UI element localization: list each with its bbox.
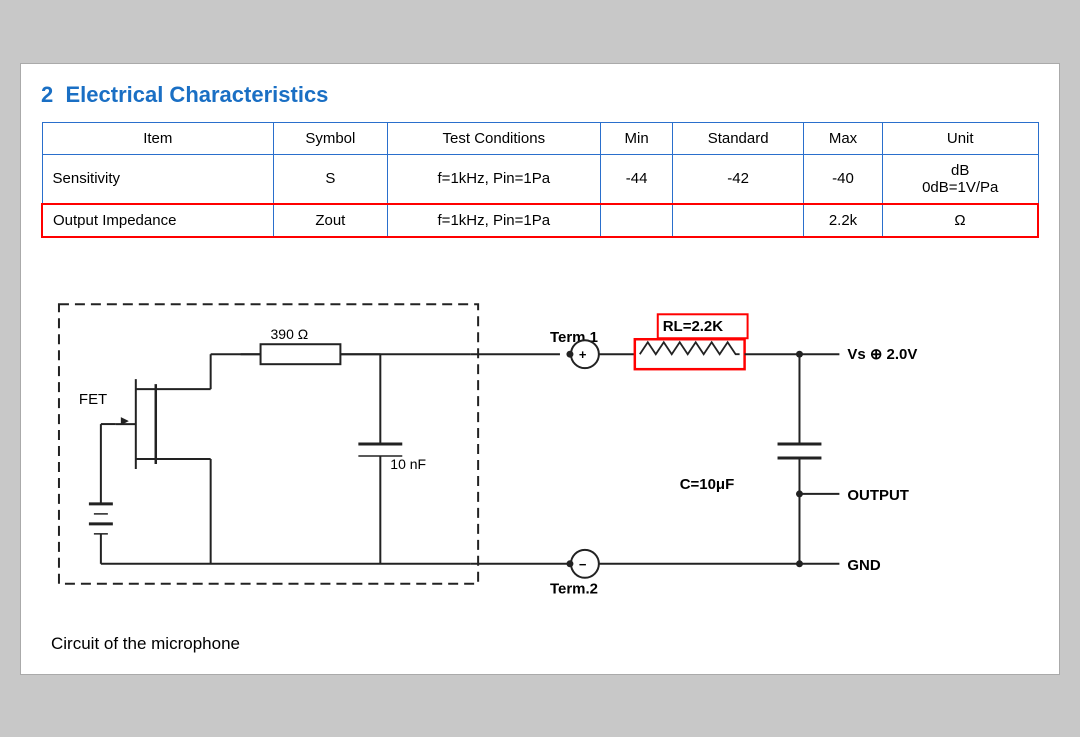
table-cell: f=1kHz, Pin=1Pa	[387, 154, 600, 204]
table-cell: 2.2k	[804, 204, 883, 237]
circuit-diagram: FET	[41, 264, 1039, 654]
table-cell: Zout	[274, 204, 388, 237]
table-cell: Output Impedance	[42, 204, 274, 237]
table-cell: f=1kHz, Pin=1Pa	[387, 204, 600, 237]
col-unit: Unit	[882, 122, 1038, 154]
term2-label: Term.2	[550, 580, 598, 597]
table-cell: Ω	[882, 204, 1038, 237]
col-test-conditions: Test Conditions	[387, 122, 600, 154]
cap10nf-label: 10 nF	[390, 455, 426, 471]
resistor390-label: 390 Ω	[271, 326, 309, 342]
vs-label: Vs ⊕ 2.0V	[847, 346, 917, 363]
section-heading-text: Electrical Characteristics	[65, 82, 328, 107]
table-cell: S	[274, 154, 388, 204]
output-label: OUTPUT	[847, 486, 909, 503]
main-card: 2 Electrical Characteristics Item Symbol…	[20, 63, 1060, 675]
svg-text:+: +	[579, 347, 587, 362]
svg-text:−: −	[579, 556, 587, 571]
section-title: 2 Electrical Characteristics	[41, 82, 1039, 108]
rl-label: RL=2.2K	[663, 318, 724, 335]
table-cell	[673, 204, 804, 237]
table-cell: -40	[804, 154, 883, 204]
gnd-label: GND	[847, 556, 880, 573]
table-cell: -44	[601, 154, 673, 204]
table-cell	[601, 204, 673, 237]
table-row: SensitivitySf=1kHz, Pin=1Pa-44-42-40dB0d…	[42, 154, 1038, 204]
table-row: Output ImpedanceZoutf=1kHz, Pin=1Pa 2.2kΩ	[42, 204, 1038, 237]
table-cell: Sensitivity	[42, 154, 274, 204]
col-item: Item	[42, 122, 274, 154]
circuit-caption: Circuit of the microphone	[51, 634, 240, 654]
section-number: 2	[41, 82, 53, 107]
electrical-table: Item Symbol Test Conditions Min Standard…	[41, 122, 1039, 238]
col-max: Max	[804, 122, 883, 154]
col-symbol: Symbol	[274, 122, 388, 154]
circuit-svg: FET	[41, 264, 1039, 654]
table-cell: -42	[673, 154, 804, 204]
fet-label: FET	[79, 391, 107, 408]
table-cell: dB0dB=1V/Pa	[882, 154, 1038, 204]
col-min: Min	[601, 122, 673, 154]
cap10uf-label: C=10μF	[680, 475, 735, 492]
table-header-row: Item Symbol Test Conditions Min Standard…	[42, 122, 1038, 154]
col-standard: Standard	[673, 122, 804, 154]
